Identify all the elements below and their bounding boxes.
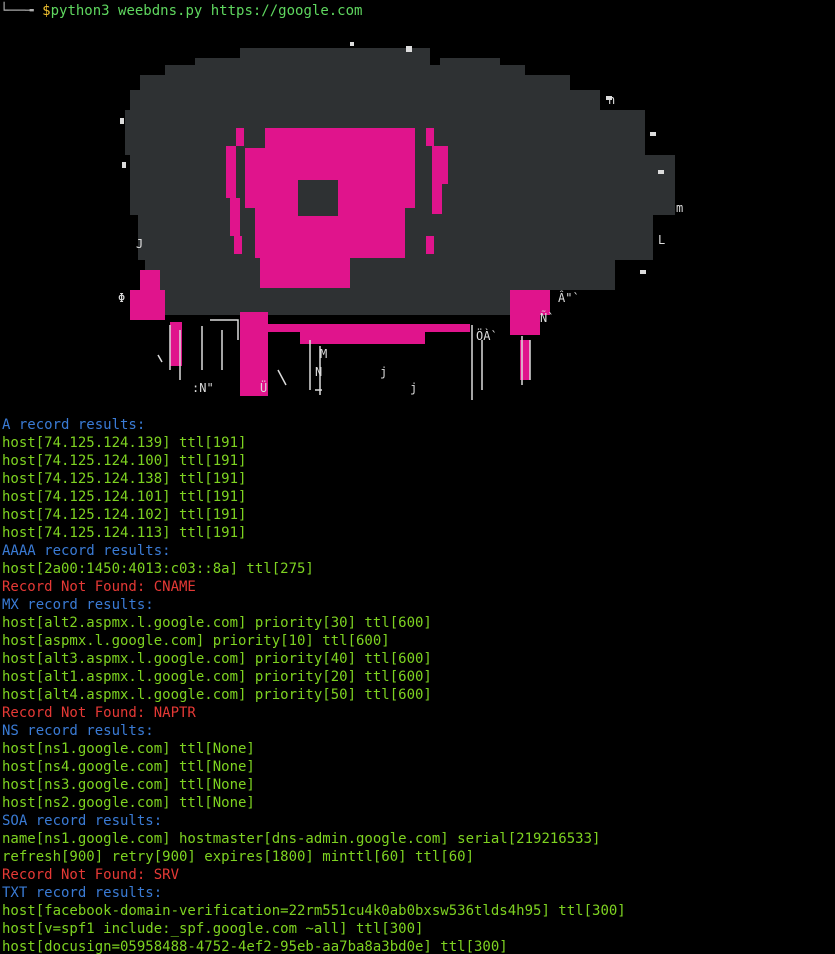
- banner-glyph: j: [410, 381, 417, 395]
- banner-glyph: j: [380, 365, 387, 379]
- record-result-line: host[alt4.aspmx.l.google.com] priority[5…: [2, 687, 432, 703]
- record-result-line: name[ns1.google.com] hostmaster[dns-admi…: [2, 831, 601, 847]
- record-section-header: NS record results:: [2, 723, 154, 739]
- record-not-found-line: Record Not Found: SRV: [2, 867, 180, 883]
- banner-glyph: m: [676, 201, 683, 215]
- record-result-line: host[74.125.124.138] ttl[191]: [2, 471, 247, 487]
- record-result-line: host[ns1.google.com] ttl[None]: [2, 741, 255, 757]
- record-result-line: host[74.125.124.102] ttl[191]: [2, 507, 247, 523]
- record-result-line: refresh[900] retry[900] expires[1800] mi…: [2, 849, 475, 865]
- record-section-header: MX record results:: [2, 597, 154, 613]
- eye-pupil: [298, 180, 338, 216]
- banner-glyph: N: [315, 365, 322, 379]
- banner-glyph: Ñ`: [540, 310, 554, 325]
- record-result-line: host[ns3.google.com] ttl[None]: [2, 777, 255, 793]
- record-result-line: host[74.125.124.101] ttl[191]: [2, 489, 247, 505]
- ascii-eye-banner: Â"` ÖÀ` M N j :N" Ü Φ Ñ` J n m L j: [118, 42, 683, 400]
- banner-glyph: Φ: [118, 291, 125, 305]
- command-text: python3 weebdns.py https://google.com: [50, 3, 363, 19]
- command-prompt: └──╼ $python3 weebdns.py https://google.…: [0, 2, 362, 20]
- banner-glyph: L: [658, 233, 665, 247]
- banner-glyph: Ü: [260, 379, 267, 395]
- record-result-line: host[facebook-domain-verification=22rm55…: [2, 903, 626, 919]
- banner-glyph: n: [608, 93, 615, 107]
- record-section-header: AAAA record results:: [2, 543, 171, 559]
- record-result-line: host[docusign=05958488-4752-4ef2-95eb-aa…: [2, 939, 508, 954]
- record-result-line: host[alt3.aspmx.l.google.com] priority[4…: [2, 651, 432, 667]
- record-result-line: host[74.125.124.139] ttl[191]: [2, 435, 247, 451]
- banner-glyph: M: [320, 347, 327, 361]
- banner-glyph: :N": [192, 381, 214, 395]
- prompt-corner-glyph: └──╼: [0, 3, 34, 19]
- dns-results-output: A record results: host[74.125.124.139] tt…: [2, 416, 835, 954]
- banner-glyph: Â"`: [558, 290, 580, 305]
- record-result-line: host[74.125.124.100] ttl[191]: [2, 453, 247, 469]
- banner-glyph: J: [136, 237, 143, 251]
- record-result-line: host[alt2.aspmx.l.google.com] priority[3…: [2, 615, 432, 631]
- record-result-line: host[v=spf1 include:_spf.google.com ~all…: [2, 921, 424, 937]
- record-result-line: host[alt1.aspmx.l.google.com] priority[2…: [2, 669, 432, 685]
- terminal-window[interactable]: └──╼ $python3 weebdns.py https://google.…: [0, 0, 835, 954]
- record-not-found-line: Record Not Found: CNAME: [2, 579, 196, 595]
- record-section-header: TXT record results:: [2, 885, 163, 901]
- prompt-sigil: $: [42, 3, 51, 19]
- record-section-header: SOA record results:: [2, 813, 163, 829]
- record-not-found-line: Record Not Found: NAPTR: [2, 705, 196, 721]
- record-result-line: host[aspmx.l.google.com] priority[10] tt…: [2, 633, 390, 649]
- record-section-header: A record results:: [2, 417, 146, 433]
- record-result-line: host[ns2.google.com] ttl[None]: [2, 795, 255, 811]
- banner-glyph: ÖÀ`: [476, 327, 498, 343]
- record-result-line: host[74.125.124.113] ttl[191]: [2, 525, 247, 541]
- record-result-line: host[2a00:1450:4013:c03::8a] ttl[275]: [2, 561, 314, 577]
- record-result-line: host[ns4.google.com] ttl[None]: [2, 759, 255, 775]
